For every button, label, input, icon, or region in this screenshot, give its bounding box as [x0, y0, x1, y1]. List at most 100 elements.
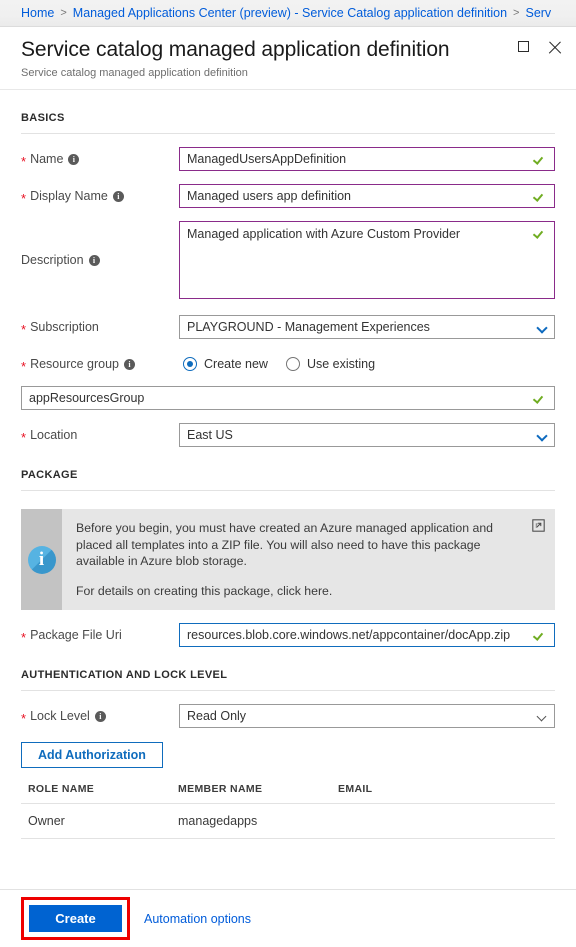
required-marker: * [21, 323, 26, 336]
radio-create-new[interactable]: Create new [183, 357, 268, 371]
subscription-value: PLAYGROUND - Management Experiences [187, 320, 430, 334]
info-icon[interactable]: i [113, 191, 124, 202]
required-marker: * [21, 712, 26, 725]
required-marker: * [21, 192, 26, 205]
maximize-icon [518, 41, 529, 52]
radio-mark-icon [286, 357, 300, 371]
create-button-highlight: Create [21, 897, 130, 940]
label-text: Display Name [30, 184, 108, 208]
label-text: Lock Level [30, 704, 90, 728]
breadcrumb-separator-icon: > [513, 7, 519, 19]
control-location: East US [179, 423, 555, 447]
breadcrumb-item-current[interactable]: Serv [525, 6, 551, 20]
info-icon[interactable]: i [89, 255, 100, 266]
cell-member-name: managedapps [178, 804, 338, 839]
form-body: BASICS * Name i * Display Name i Descrip… [0, 90, 576, 839]
field-label-lock-level: * Lock Level i [21, 704, 179, 728]
lock-level-select[interactable]: Read Only [179, 704, 555, 728]
control-resource-group-name [21, 386, 555, 410]
info-icon[interactable]: i [124, 359, 135, 370]
maximize-button[interactable] [518, 41, 532, 55]
column-header-member-name: MEMBER NAME [178, 779, 338, 804]
close-icon [548, 41, 562, 55]
chevron-down-icon [538, 713, 546, 721]
field-label-resource-group: * Resource group i [21, 352, 179, 376]
section-header-package: PACKAGE [21, 447, 555, 491]
blade-footer: Create Automation options [0, 889, 576, 947]
external-link-icon[interactable] [532, 519, 545, 532]
field-location: * Location East US [21, 423, 555, 447]
required-marker: * [21, 431, 26, 444]
breadcrumb-item-home[interactable]: Home [21, 6, 54, 20]
page-title: Service catalog managed application defi… [21, 37, 576, 63]
callout-paragraph-2: For details on creating this package, cl… [76, 583, 521, 600]
field-label-name: * Name i [21, 147, 179, 171]
info-icon[interactable]: i [68, 154, 79, 165]
lock-level-value: Read Only [187, 709, 246, 723]
resource-group-name-input[interactable] [21, 386, 555, 410]
control-description [179, 221, 555, 302]
info-icon[interactable]: i [95, 711, 106, 722]
callout-text: Before you begin, you must have created … [62, 509, 555, 610]
page-subtitle: Service catalog managed application defi… [21, 66, 576, 80]
field-label-description: Description i [21, 221, 179, 299]
field-description: Description i [21, 221, 555, 302]
column-header-role-name: ROLE NAME [21, 779, 178, 804]
add-authorization-button[interactable]: Add Authorization [21, 742, 163, 768]
section-header-auth: AUTHENTICATION AND LOCK LEVEL [21, 647, 555, 691]
label-text: Name [30, 147, 63, 171]
chevron-down-icon [538, 432, 546, 440]
radio-label: Create new [204, 357, 268, 371]
control-package-file-uri [179, 623, 555, 647]
package-info-callout: i Before you begin, you must have create… [21, 509, 555, 610]
table-row[interactable]: Owner managedapps [21, 804, 555, 839]
control-name [179, 147, 555, 171]
control-display-name [179, 184, 555, 208]
table-header-row: ROLE NAME MEMBER NAME EMAIL [21, 779, 555, 804]
control-lock-level: Read Only [179, 704, 555, 728]
package-file-uri-input[interactable] [179, 623, 555, 647]
field-resource-group: * Resource group i Create new Use existi… [21, 352, 555, 376]
chevron-down-icon [538, 324, 546, 332]
cell-email [338, 804, 555, 839]
location-select[interactable]: East US [179, 423, 555, 447]
create-button[interactable]: Create [29, 905, 122, 932]
radio-label: Use existing [307, 357, 375, 371]
control-subscription: PLAYGROUND - Management Experiences [179, 315, 555, 339]
control-resource-group-mode: Create new Use existing [179, 352, 555, 376]
section-header-basics: BASICS [21, 90, 555, 134]
required-marker: * [21, 360, 26, 373]
radio-mark-icon [183, 357, 197, 371]
blade-header-actions [518, 41, 562, 55]
label-text: Package File Uri [30, 623, 122, 647]
label-text: Resource group [30, 352, 119, 376]
label-text: Subscription [30, 315, 99, 339]
callout-icon-strip: i [21, 509, 62, 610]
breadcrumb-item-managed-applications-center[interactable]: Managed Applications Center (preview) - … [73, 6, 507, 20]
field-name: * Name i [21, 147, 555, 171]
description-textarea[interactable] [179, 221, 555, 299]
location-value: East US [187, 428, 233, 442]
breadcrumb: Home > Managed Applications Center (prev… [0, 0, 576, 27]
resource-group-radio-group: Create new Use existing [179, 352, 555, 376]
automation-options-link[interactable]: Automation options [144, 912, 251, 926]
field-subscription: * Subscription PLAYGROUND - Management E… [21, 315, 555, 339]
field-label-subscription: * Subscription [21, 315, 179, 339]
blade-header: Service catalog managed application defi… [0, 27, 576, 90]
field-label-package-file-uri: * Package File Uri [21, 623, 179, 647]
radio-use-existing[interactable]: Use existing [286, 357, 375, 371]
field-label-display-name: * Display Name i [21, 184, 179, 208]
callout-paragraph-1: Before you begin, you must have created … [76, 520, 521, 570]
breadcrumb-separator-icon: > [60, 7, 66, 19]
close-button[interactable] [548, 41, 562, 55]
field-label-location: * Location [21, 423, 179, 447]
required-marker: * [21, 631, 26, 644]
cell-role-name: Owner [21, 804, 178, 839]
label-text: Description [21, 248, 84, 272]
required-marker: * [21, 155, 26, 168]
name-input[interactable] [179, 147, 555, 171]
display-name-input[interactable] [179, 184, 555, 208]
field-package-file-uri: * Package File Uri [21, 623, 555, 647]
field-display-name: * Display Name i [21, 184, 555, 208]
subscription-select[interactable]: PLAYGROUND - Management Experiences [179, 315, 555, 339]
